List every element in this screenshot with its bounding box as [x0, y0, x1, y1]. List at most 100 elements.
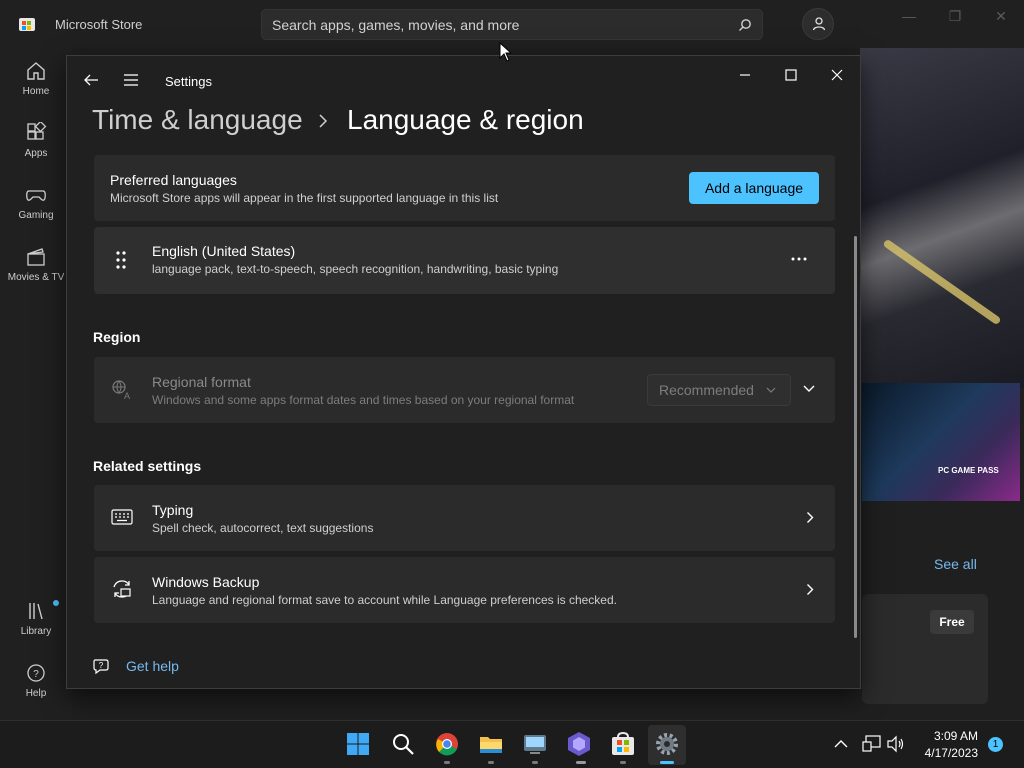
apps-icon: [27, 122, 47, 140]
get-help-icon: ?: [93, 659, 109, 675]
maximize-button[interactable]: [778, 64, 804, 86]
regional-format-dropdown[interactable]: Recommended: [647, 374, 791, 406]
file-explorer-icon[interactable]: [477, 730, 505, 758]
chrome-running-indicator: [444, 761, 450, 764]
volume-icon[interactable]: [886, 735, 906, 753]
movies-icon: [27, 248, 45, 266]
chevron-right-icon: [807, 512, 814, 523]
mouse-cursor-icon: [499, 42, 511, 62]
close-button[interactable]: [824, 64, 850, 86]
store-logo-icon: [19, 18, 35, 31]
breadcrumb-parent[interactable]: Time & language: [92, 104, 303, 136]
nav-item-movies[interactable]: Movies & TV: [0, 246, 72, 283]
free-price-badge[interactable]: Free: [930, 610, 974, 634]
typing-title: Typing: [152, 502, 194, 518]
nav-item-home[interactable]: Home: [0, 60, 72, 97]
store-search-box[interactable]: Search apps, games, movies, and more: [261, 9, 763, 40]
nav-label-gaming: Gaming: [18, 210, 54, 221]
regional-format-title: Regional format: [152, 374, 251, 390]
remote-desktop-icon[interactable]: [521, 730, 549, 758]
regional-format-subtitle: Windows and some apps format dates and t…: [152, 393, 575, 407]
clock-date[interactable]: 4/17/2023: [910, 746, 978, 760]
get-help-link[interactable]: Get help: [126, 658, 179, 674]
chevron-right-icon: [807, 584, 814, 595]
settings-window: Settings Time & language Language & regi…: [66, 55, 861, 689]
gamepad-icon: [26, 190, 46, 201]
store-close-button[interactable]: ✕: [986, 8, 1016, 28]
store-running-indicator: [620, 761, 626, 764]
windows-backup-title: Windows Backup: [152, 574, 260, 590]
vs-running-indicator: [576, 761, 586, 764]
preferred-languages-card: Preferred languages Microsoft Store apps…: [94, 155, 835, 221]
language-item-english[interactable]: English (United States) language pack, t…: [94, 227, 835, 294]
hero-banner-image[interactable]: [860, 48, 1024, 388]
svg-text:?: ?: [33, 669, 39, 680]
notification-badge[interactable]: 1: [988, 737, 1003, 752]
nav-item-help[interactable]: ? Help: [0, 662, 72, 699]
chrome-icon[interactable]: [433, 730, 461, 758]
hamburger-menu-icon[interactable]: [123, 73, 139, 87]
windows-backup-link[interactable]: Windows Backup Language and regional for…: [94, 557, 835, 623]
start-button-icon[interactable]: [344, 730, 372, 758]
minimize-button[interactable]: [732, 64, 758, 86]
store-minimize-button[interactable]: —: [894, 8, 924, 28]
help-icon: ?: [27, 664, 45, 682]
related-settings-header: Related settings: [93, 458, 202, 474]
typing-settings-link[interactable]: Typing Spell check, autocorrect, text su…: [94, 485, 835, 551]
regional-format-card[interactable]: A Regional format Windows and some apps …: [94, 357, 835, 423]
keyboard-icon: [111, 509, 133, 525]
chevron-up-icon[interactable]: [834, 739, 848, 749]
nav-label-movies: Movies & TV: [7, 272, 65, 283]
preferred-languages-title: Preferred languages: [110, 172, 237, 188]
nav-label-help: Help: [25, 688, 47, 699]
back-arrow-icon[interactable]: [83, 72, 99, 88]
regional-format-icon: A: [112, 380, 130, 401]
see-all-link[interactable]: See all: [934, 556, 977, 572]
svg-text:?: ?: [99, 661, 104, 670]
more-options-icon[interactable]: [791, 256, 807, 262]
game-pass-tile-image[interactable]: [862, 383, 1020, 501]
clock-time[interactable]: 3:09 AM: [918, 729, 978, 743]
backup-sync-icon: [113, 580, 131, 598]
language-name: English (United States): [152, 243, 296, 259]
search-icon[interactable]: [738, 18, 752, 32]
account-button[interactable]: [802, 8, 834, 40]
person-icon: [812, 17, 826, 31]
remote-running-indicator: [532, 761, 538, 764]
game-pass-label: PC GAME PASS: [938, 466, 999, 475]
nav-item-gaming[interactable]: Gaming: [0, 184, 72, 221]
settings-gear-icon[interactable]: [653, 730, 681, 758]
home-icon: [27, 62, 45, 80]
search-taskbar-icon[interactable]: [389, 730, 417, 758]
nav-label-apps: Apps: [24, 148, 48, 159]
breadcrumb-chevron-icon: [319, 114, 328, 128]
expand-chevron-icon[interactable]: [803, 385, 815, 393]
windows-backup-subtitle: Language and regional format save to acc…: [152, 593, 617, 607]
preferred-languages-subtitle: Microsoft Store apps will appear in the …: [110, 191, 499, 205]
store-titlebar: Microsoft Store Search apps, games, movi…: [0, 0, 1024, 48]
vs-app-icon[interactable]: [565, 730, 593, 758]
regional-format-value: Recommended: [659, 382, 754, 398]
nav-item-apps[interactable]: Apps: [0, 122, 72, 159]
store-maximize-button[interactable]: ❐: [940, 8, 970, 28]
library-icon: [29, 603, 43, 620]
store-sidebar: Home Apps Gaming Movies & TV Library ? H…: [0, 48, 72, 720]
nav-item-library[interactable]: Library: [0, 600, 72, 637]
explorer-running-indicator: [488, 761, 494, 764]
add-language-button[interactable]: Add a language: [689, 172, 819, 204]
store-search-placeholder: Search apps, games, movies, and more: [272, 17, 520, 33]
language-features: language pack, text-to-speech, speech re…: [152, 262, 559, 276]
nav-label-library: Library: [20, 626, 52, 637]
chevron-down-icon: [766, 387, 776, 393]
settings-window-title: Settings: [165, 74, 212, 89]
library-update-dot: [53, 600, 59, 606]
typing-subtitle: Spell check, autocorrect, text suggestio…: [152, 521, 374, 535]
svg-text:A: A: [124, 391, 130, 401]
microsoft-store-taskbar-icon[interactable]: [609, 730, 637, 758]
drag-handle-icon[interactable]: [115, 250, 127, 270]
settings-active-indicator: [660, 761, 674, 764]
network-icon[interactable]: [862, 735, 882, 753]
nav-label-home: Home: [22, 86, 50, 97]
settings-scrollbar[interactable]: [854, 236, 857, 638]
region-section-header: Region: [93, 329, 141, 345]
